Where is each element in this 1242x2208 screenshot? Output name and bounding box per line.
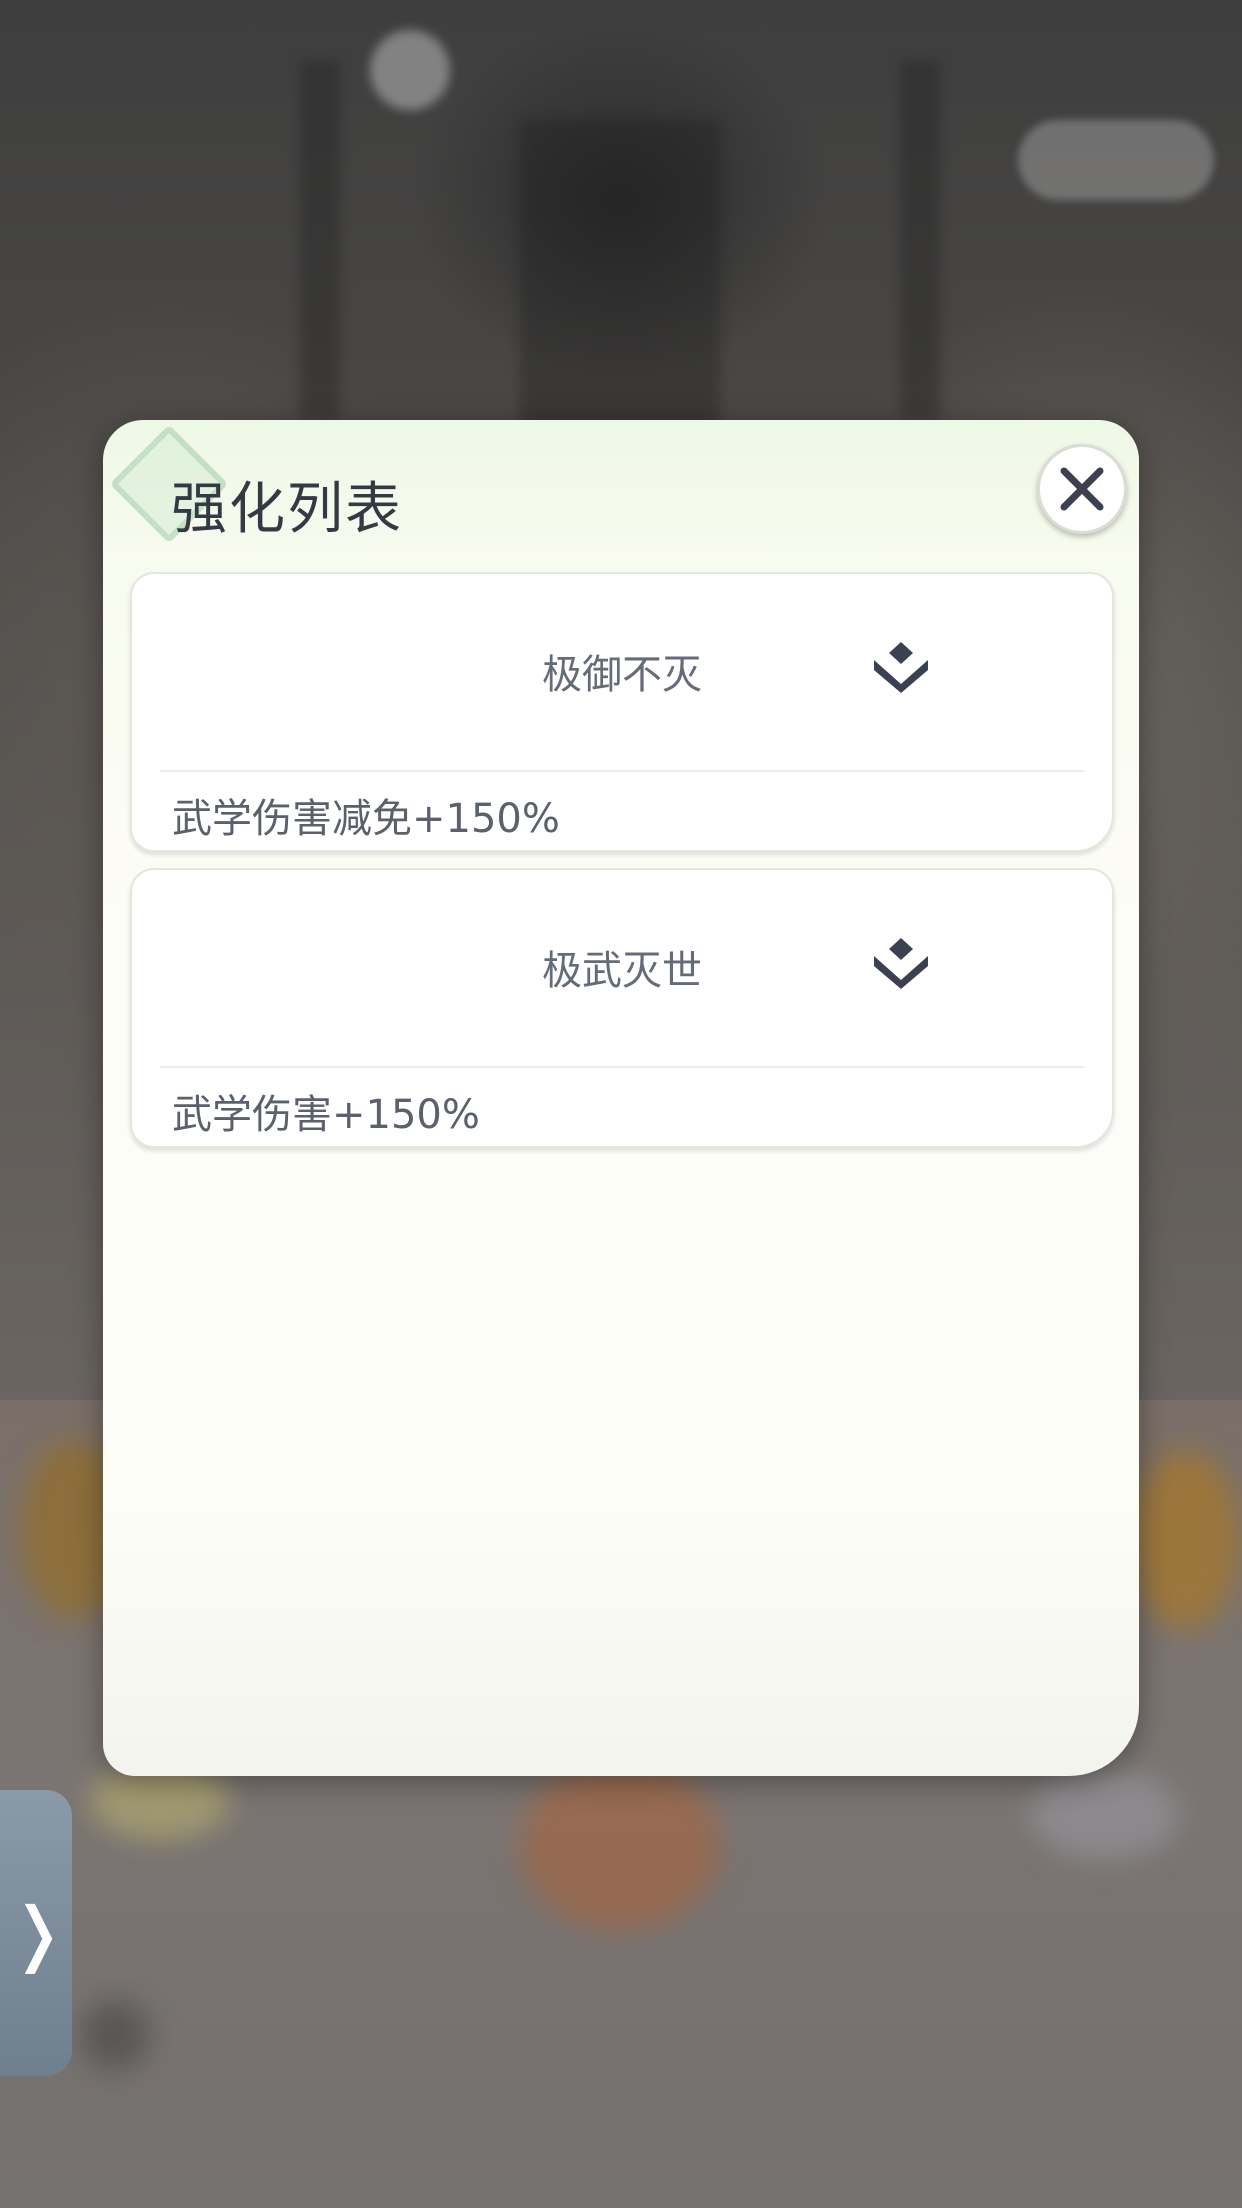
background-pillar-left bbox=[300, 60, 340, 420]
card-divider bbox=[160, 1066, 1084, 1068]
side-expand-tab[interactable]: ❭ bbox=[0, 1790, 72, 2076]
close-button[interactable] bbox=[1037, 444, 1127, 534]
modal-title: 强化列表 bbox=[171, 477, 403, 542]
background-pill-button bbox=[1018, 120, 1214, 200]
card-divider bbox=[160, 770, 1084, 772]
enhancement-name: 极武灭世 bbox=[542, 948, 702, 994]
enhancement-name: 极御不灭 bbox=[542, 652, 702, 698]
close-icon bbox=[1060, 467, 1104, 511]
background-gate bbox=[520, 120, 720, 440]
background-item-right bbox=[1130, 1450, 1240, 1630]
background-avatar bbox=[370, 30, 450, 110]
enhancement-list-modal: 强化列表 极御不灭 武学伤害减免+150% 极武灭世 武学伤害+150% bbox=[103, 420, 1139, 1776]
enhancement-effect: 武学伤害减免+150% bbox=[172, 796, 560, 842]
enhancement-effect: 武学伤害+150% bbox=[172, 1092, 480, 1138]
chevron-diamond-icon bbox=[874, 642, 928, 693]
background-pillar-right bbox=[900, 60, 940, 420]
chevron-right-icon: ❭ bbox=[8, 1892, 68, 1974]
chevron-diamond-icon bbox=[874, 938, 928, 989]
background-diamond bbox=[80, 2000, 150, 2070]
background-character bbox=[520, 1760, 720, 1930]
enhancement-card: 极御不灭 武学伤害减免+150% bbox=[130, 572, 1114, 852]
enhancement-card: 极武灭世 武学伤害+150% bbox=[130, 868, 1114, 1148]
background-button bbox=[1030, 1770, 1180, 1860]
